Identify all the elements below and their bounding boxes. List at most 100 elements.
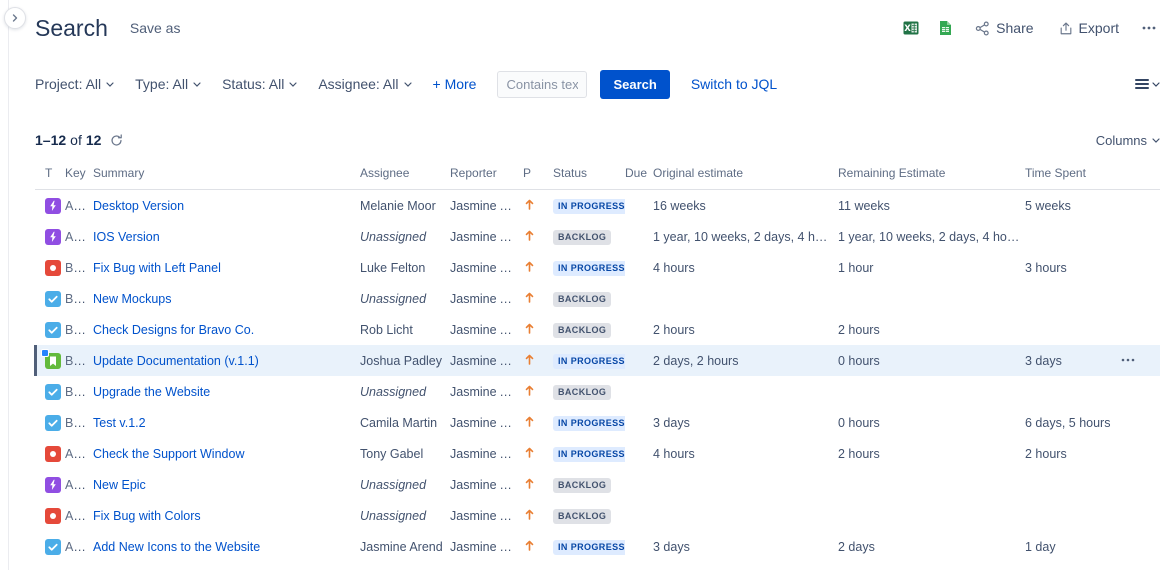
issue-key-link[interactable]: AP-6 [65, 199, 93, 213]
priority-up-icon [523, 291, 536, 304]
issue-summary-link[interactable]: New Mockups [93, 292, 172, 306]
issue-summary-link[interactable]: Fix Bug with Left Panel [93, 261, 221, 275]
reporter-cell: Jasmine Arend [450, 385, 523, 399]
filter-dropdown-2[interactable]: Status: All [222, 76, 297, 92]
column-header-p[interactable]: P [523, 166, 553, 180]
more-actions-button[interactable] [1138, 19, 1160, 37]
search-button[interactable]: Search [600, 70, 669, 99]
issue-key-link[interactable]: BP-5 [65, 292, 93, 306]
time-spent-cell: 3 hours [1025, 261, 1120, 275]
save-as-button[interactable]: Save as [130, 20, 181, 36]
filter-dropdown-3[interactable]: Assignee: All [318, 76, 411, 92]
issue-key-link[interactable]: BP-4 [65, 323, 93, 337]
table-row[interactable]: AP-1 Add New Icons to the Website Jasmin… [35, 531, 1160, 562]
filter-label: Assignee: All [318, 76, 398, 92]
sidebar-rail [0, 0, 9, 570]
issue-key-link[interactable]: AP-2 [65, 509, 93, 523]
original-estimate-cell: 4 hours [653, 261, 838, 275]
column-header-summary[interactable]: Summary [93, 166, 360, 180]
column-header-rem[interactable]: Remaining Estimate [838, 166, 1025, 180]
assignee-cell: Tony Gabel [360, 447, 450, 461]
column-header-assignee[interactable]: Assignee [360, 166, 450, 180]
column-header-key[interactable]: Key [65, 166, 93, 180]
priority-up-icon [523, 508, 536, 521]
priority-up-icon [523, 477, 536, 490]
more-criteria-button[interactable]: + More [433, 76, 477, 92]
sidebar-expand-button[interactable] [4, 7, 26, 29]
table-row[interactable]: AP-4 Check the Support Window Tony Gabel… [35, 438, 1160, 469]
issue-summary-link[interactable]: Upgrade the Website [93, 385, 210, 399]
original-estimate-cell: 2 days, 2 hours [653, 354, 838, 368]
issue-navigator: Search Save as X Share Export Project: A… [35, 0, 1160, 562]
table-row[interactable]: BP-3 Update Documentation (v.1.1) Joshua… [35, 345, 1160, 376]
table-row[interactable]: BP-1 Test v.1.2 Camila Martin Jasmine Ar… [35, 407, 1160, 438]
assignee-cell: Rob Licht [360, 323, 450, 337]
assignee-cell: Unassigned [360, 509, 450, 523]
issue-key-link[interactable]: BP-1 [65, 416, 93, 430]
remaining-estimate-cell: 1 hour [838, 261, 1025, 275]
columns-dropdown[interactable]: Columns [1096, 133, 1160, 148]
table-row[interactable]: BP-4 Check Designs for Bravo Co. Rob Lic… [35, 314, 1160, 345]
remaining-estimate-cell: 2 hours [838, 323, 1025, 337]
issue-summary-link[interactable]: Check Designs for Bravo Co. [93, 323, 254, 337]
status-badge: IN PROGRESS [553, 540, 625, 555]
remaining-estimate-cell: 11 weeks [838, 199, 1025, 213]
status-badge: IN PROGRESS [553, 261, 625, 276]
issue-key-link[interactable]: BP-3 [65, 354, 93, 368]
column-header-due[interactable]: Due [625, 166, 653, 180]
table-row[interactable]: BP-6 Fix Bug with Left Panel Luke Felton… [35, 252, 1160, 283]
column-header-t[interactable]: T [35, 166, 65, 180]
excel-export-icon[interactable]: X [900, 18, 922, 38]
issue-summary-link[interactable]: Update Documentation (v.1.1) [93, 354, 259, 368]
issue-summary-link[interactable]: Check the Support Window [93, 447, 244, 461]
issue-summary-link[interactable]: IOS Version [93, 230, 160, 244]
export-button[interactable]: Export [1053, 18, 1125, 38]
chevron-down-icon [289, 82, 297, 87]
list-view-icon [1135, 78, 1149, 90]
issue-summary-link[interactable]: Desktop Version [93, 199, 184, 213]
task-issue-type-icon [45, 539, 61, 555]
remaining-estimate-cell: 2 hours [838, 447, 1025, 461]
issue-key-link[interactable]: BP-2 [65, 385, 93, 399]
status-badge: BACKLOG [553, 292, 611, 307]
refresh-button[interactable] [110, 134, 123, 147]
original-estimate-cell: 3 days [653, 540, 838, 554]
table-row[interactable]: BP-2 Upgrade the Website Unassigned Jasm… [35, 376, 1160, 407]
issue-key-link[interactable]: AP-4 [65, 447, 93, 461]
issue-summary-link[interactable]: Test v.1.2 [93, 416, 146, 430]
issue-summary-link[interactable]: Fix Bug with Colors [93, 509, 201, 523]
filter-dropdown-1[interactable]: Type: All [135, 76, 201, 92]
issue-key-link[interactable]: AP-1 [65, 540, 93, 554]
assignee-cell: Unassigned [360, 478, 450, 492]
table-row[interactable]: AP-3 New Epic Unassigned Jasmine Arend B… [35, 469, 1160, 500]
filter-dropdown-0[interactable]: Project: All [35, 76, 114, 92]
priority-up-icon [523, 415, 536, 428]
column-header-status[interactable]: Status [553, 166, 625, 180]
remaining-estimate-cell: 0 hours [838, 416, 1025, 430]
issue-key-link[interactable]: AP-5 [65, 230, 93, 244]
assignee-cell: Jasmine Arend [360, 540, 450, 554]
column-header-orig[interactable]: Original estimate [653, 166, 838, 180]
chevron-down-icon [193, 82, 201, 87]
issue-key-link[interactable]: BP-6 [65, 261, 93, 275]
issue-summary-link[interactable]: Add New Icons to the Website [93, 540, 260, 554]
status-badge: IN PROGRESS [553, 199, 625, 214]
list-view-toggle[interactable] [1135, 78, 1160, 90]
table-row[interactable]: BP-5 New Mockups Unassigned Jasmine Aren… [35, 283, 1160, 314]
issue-key-link[interactable]: AP-3 [65, 478, 93, 492]
share-button[interactable]: Share [969, 18, 1039, 38]
assignee-cell: Unassigned [360, 385, 450, 399]
contains-text-input[interactable] [497, 71, 587, 98]
table-row[interactable]: AP-2 Fix Bug with Colors Unassigned Jasm… [35, 500, 1160, 531]
table-row[interactable]: AP-5 IOS Version Unassigned Jasmine Aren… [35, 221, 1160, 252]
column-header-reporter[interactable]: Reporter [450, 166, 523, 180]
sheet-export-icon[interactable] [935, 18, 956, 38]
column-header-time[interactable]: Time Spent [1025, 166, 1120, 180]
column-header-actions[interactable] [1120, 166, 1160, 180]
issue-summary-link[interactable]: New Epic [93, 478, 146, 492]
assignee-cell: Luke Felton [360, 261, 450, 275]
switch-to-jql-link[interactable]: Switch to JQL [691, 76, 777, 92]
assignee-cell: Melanie Moor [360, 199, 450, 213]
row-actions-button[interactable] [1120, 355, 1136, 365]
table-row[interactable]: AP-6 Desktop Version Melanie Moor Jasmin… [35, 190, 1160, 221]
